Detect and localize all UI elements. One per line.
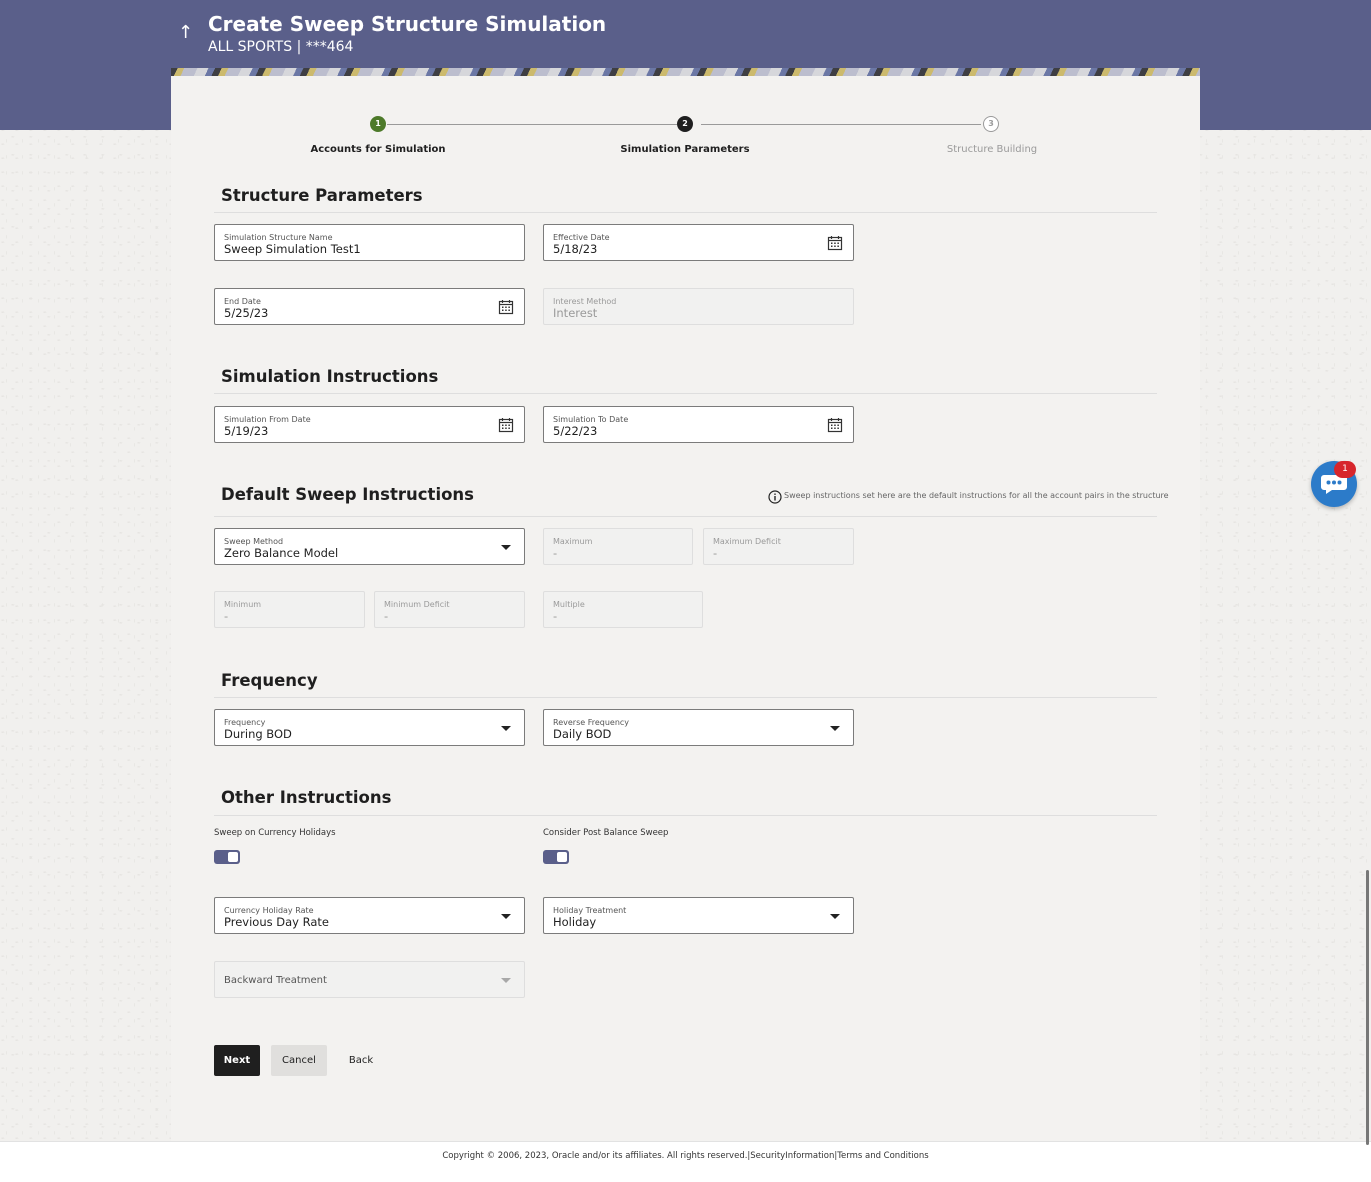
section-divider <box>214 516 1157 517</box>
minimum-deficit-field: Minimum Deficit - <box>374 591 525 628</box>
field-label: Reverse Frequency <box>553 718 630 727</box>
field-label: Holiday Treatment <box>553 906 627 915</box>
next-button[interactable]: Next <box>214 1045 260 1076</box>
multiple-field: Multiple - <box>543 591 703 628</box>
chevron-down-icon[interactable] <box>830 914 840 919</box>
section-divider <box>214 212 1157 213</box>
reverse-frequency-select[interactable]: Reverse Frequency Daily BOD <box>543 709 854 746</box>
stepper-line <box>701 124 981 125</box>
sweep-on-holidays-toggle[interactable] <box>214 850 240 864</box>
cancel-button[interactable]: Cancel <box>271 1045 327 1076</box>
info-icon <box>768 490 782 504</box>
back-button[interactable]: Back <box>341 1045 381 1076</box>
field-value: Holiday <box>553 915 597 929</box>
structure-parameters-title: Structure Parameters <box>221 186 423 205</box>
scrollbar[interactable] <box>1366 870 1369 1145</box>
post-balance-sweep-label: Consider Post Balance Sweep <box>543 828 669 838</box>
toggle-knob <box>228 852 238 862</box>
notification-badge: 1 <box>1334 461 1356 478</box>
field-value: Interest <box>553 306 598 320</box>
toggle-knob <box>557 852 567 862</box>
field-value: - <box>713 546 718 560</box>
step-3-dot[interactable]: 3 <box>983 116 999 132</box>
sweep-method-select[interactable]: Sweep Method Zero Balance Model <box>214 528 525 565</box>
backward-treatment-select: Backward Treatment <box>214 961 525 998</box>
page-footer: Copyright © 2006, 2023, Oracle and/or it… <box>0 1141 1371 1182</box>
post-balance-sweep-toggle[interactable] <box>543 850 569 864</box>
calendar-icon[interactable] <box>827 417 843 433</box>
page-subtitle: ALL SPORTS | ***464 <box>208 39 354 55</box>
calendar-icon[interactable] <box>498 299 514 315</box>
field-label: Simulation Structure Name <box>224 233 333 242</box>
field-label: Frequency <box>224 718 266 727</box>
chevron-down-icon <box>501 978 511 983</box>
calendar-icon[interactable] <box>827 235 843 251</box>
footer-text[interactable]: Copyright © 2006, 2023, Oracle and/or it… <box>0 1151 1371 1161</box>
interest-method-field: Interest Method Interest <box>543 288 854 325</box>
field-label: Backward Treatment <box>224 975 327 986</box>
section-divider <box>214 393 1157 394</box>
field-value: Previous Day Rate <box>224 915 329 929</box>
field-label: Maximum <box>553 537 593 546</box>
holiday-treatment-select[interactable]: Holiday Treatment Holiday <box>543 897 854 934</box>
chevron-down-icon[interactable] <box>501 914 511 919</box>
simulation-name-field[interactable]: Simulation Structure Name Sweep Simulati… <box>214 224 525 261</box>
step-1-dot[interactable]: 1 <box>370 116 386 132</box>
other-instructions-title: Other Instructions <box>221 788 392 807</box>
main-card: 1 2 3 Accounts for Simulation Simulation… <box>171 76 1200 1141</box>
frequency-title: Frequency <box>221 671 318 690</box>
field-label: Interest Method <box>553 297 617 306</box>
effective-date-field[interactable]: Effective Date 5/18/23 <box>543 224 854 261</box>
section-divider <box>214 815 1157 816</box>
field-label: Simulation To Date <box>553 415 629 424</box>
sweep-on-holidays-label: Sweep on Currency Holidays <box>214 828 336 838</box>
field-value: Daily BOD <box>553 727 612 741</box>
stepper-line <box>387 124 677 125</box>
step-2-dot[interactable]: 2 <box>677 116 693 132</box>
field-label: Maximum Deficit <box>713 537 781 546</box>
field-label: Simulation From Date <box>224 415 311 424</box>
simulation-from-date-field[interactable]: Simulation From Date 5/19/23 <box>214 406 525 443</box>
sweep-info-note: Sweep instructions set here are the defa… <box>784 491 1169 500</box>
field-value: - <box>384 609 389 623</box>
field-value: 5/18/23 <box>553 242 598 256</box>
page-title: Create Sweep Structure Simulation <box>208 12 607 36</box>
step-1-label[interactable]: Accounts for Simulation <box>278 144 478 155</box>
maximum-field: Maximum - <box>543 528 693 565</box>
end-date-field[interactable]: End Date 5/25/23 <box>214 288 525 325</box>
simulation-to-date-field[interactable]: Simulation To Date 5/22/23 <box>543 406 854 443</box>
field-label: Minimum Deficit <box>384 600 450 609</box>
field-label: Minimum <box>224 600 262 609</box>
field-label: Effective Date <box>553 233 610 242</box>
field-value: During BOD <box>224 727 292 741</box>
section-divider <box>214 697 1157 698</box>
currency-holiday-rate-select[interactable]: Currency Holiday Rate Previous Day Rate <box>214 897 525 934</box>
field-label: Sweep Method <box>224 537 284 546</box>
field-label: Multiple <box>553 600 585 609</box>
frequency-select[interactable]: Frequency During BOD <box>214 709 525 746</box>
field-value: 5/25/23 <box>224 306 269 320</box>
field-label: End Date <box>224 297 261 306</box>
field-value: - <box>553 546 558 560</box>
field-value: 5/22/23 <box>553 424 598 438</box>
calendar-icon[interactable] <box>498 417 514 433</box>
field-value: - <box>224 609 229 623</box>
field-value: - <box>553 609 558 623</box>
field-label: Currency Holiday Rate <box>224 906 314 915</box>
back-arrow-icon[interactable]: ↑ <box>178 22 193 43</box>
field-value: 5/19/23 <box>224 424 269 438</box>
simulation-instructions-title: Simulation Instructions <box>221 367 439 386</box>
chevron-down-icon[interactable] <box>501 545 511 550</box>
chevron-down-icon[interactable] <box>830 726 840 731</box>
minimum-field: Minimum - <box>214 591 365 628</box>
maximum-deficit-field: Maximum Deficit - <box>703 528 854 565</box>
field-value: Zero Balance Model <box>224 546 339 560</box>
default-sweep-title: Default Sweep Instructions <box>221 485 475 504</box>
step-2-label[interactable]: Simulation Parameters <box>585 144 785 155</box>
step-3-label[interactable]: Structure Building <box>892 144 1092 155</box>
chevron-down-icon[interactable] <box>501 726 511 731</box>
field-value: Sweep Simulation Test1 <box>224 242 361 256</box>
